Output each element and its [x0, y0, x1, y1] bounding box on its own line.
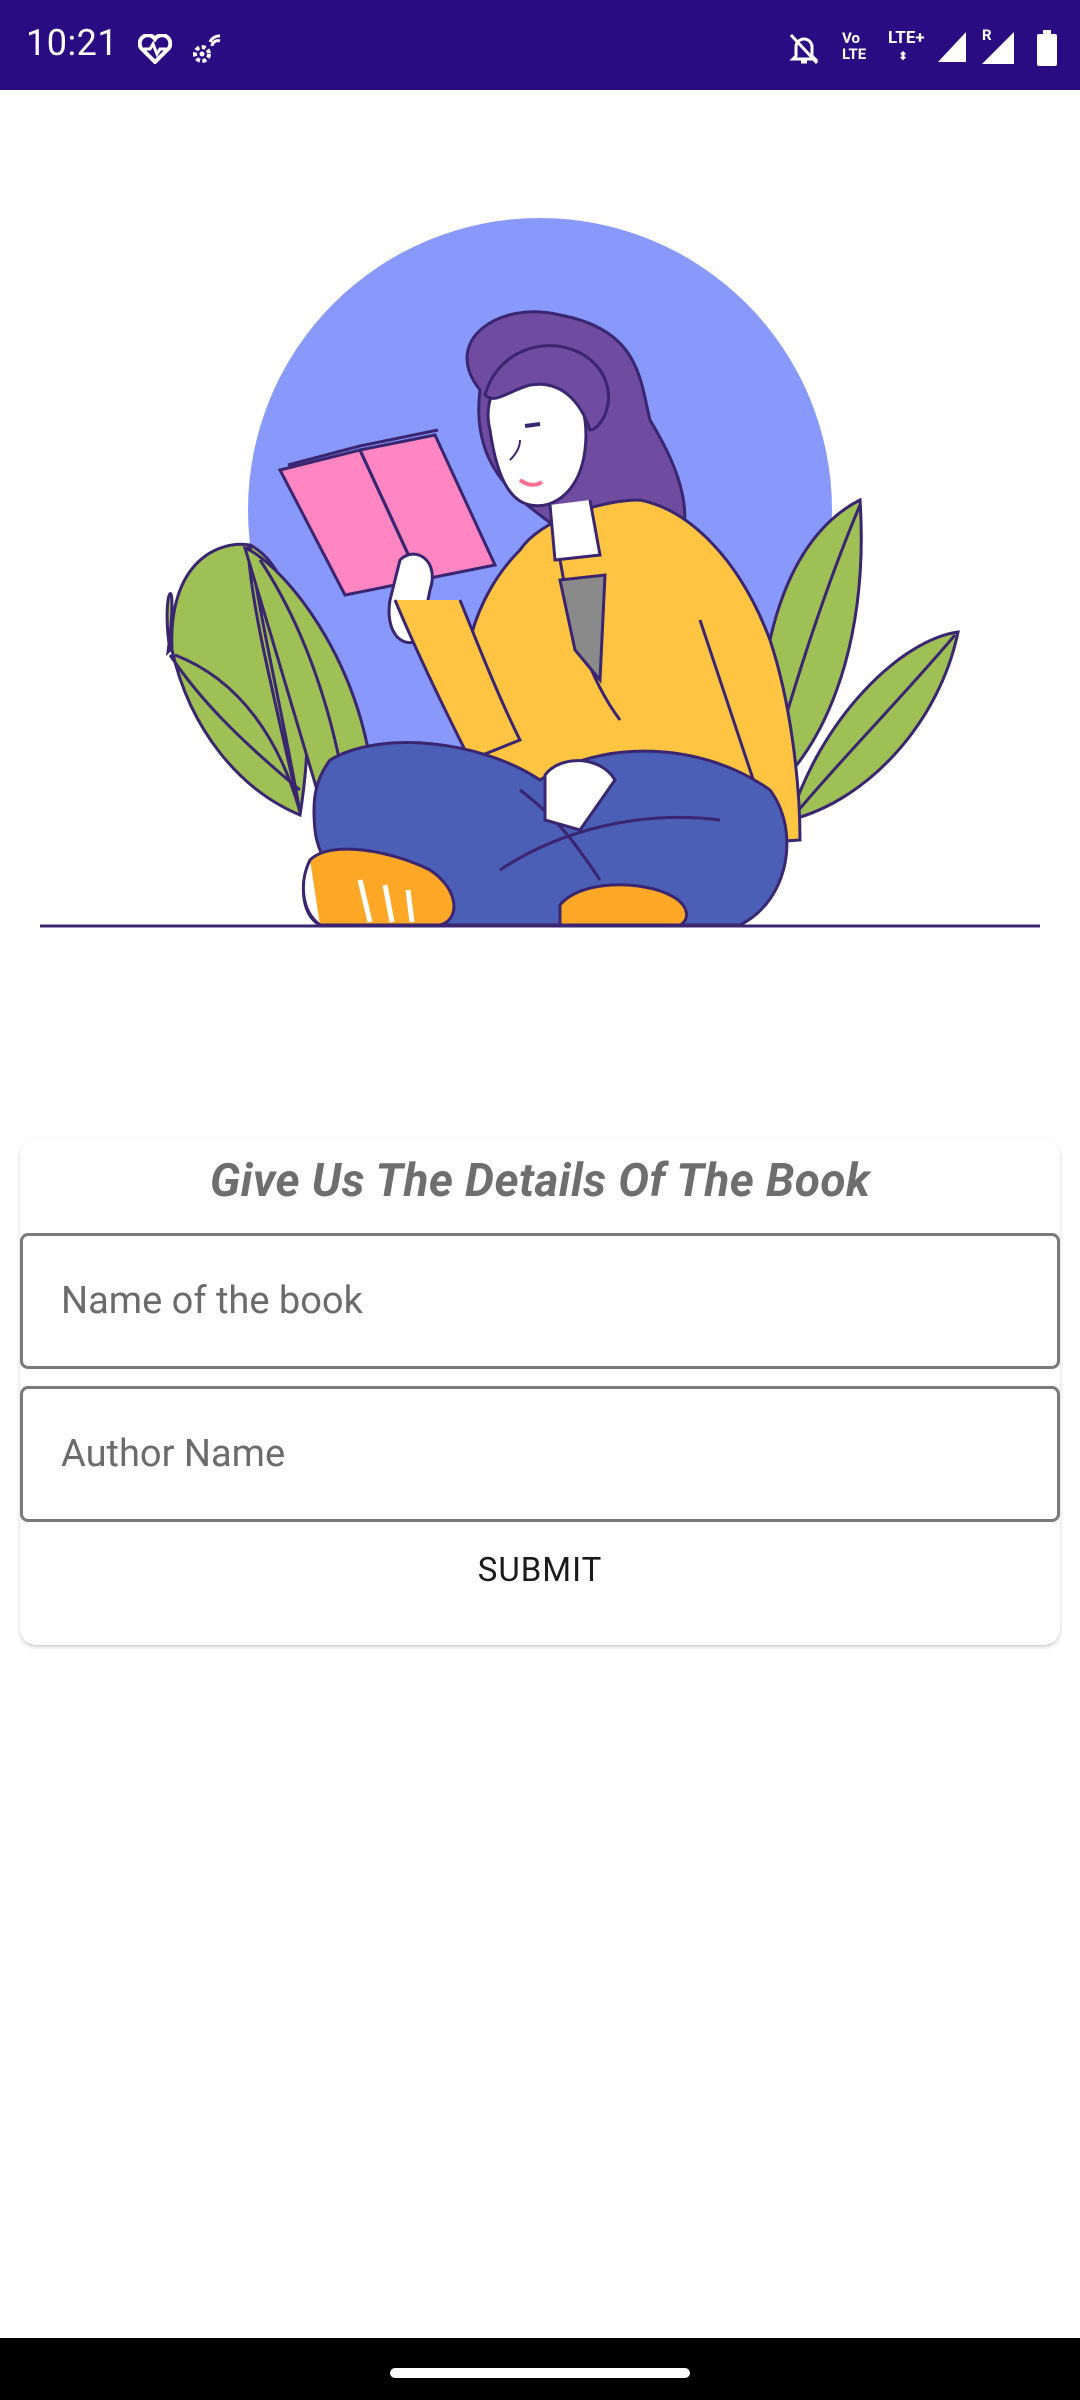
- volte-icon: Vo LTE: [842, 30, 878, 62]
- lte-plus-label: LTE+: [888, 28, 925, 48]
- home-indicator[interactable]: [390, 2368, 690, 2378]
- book-name-field[interactable]: [20, 1233, 1060, 1369]
- form-title: Give Us The Details Of The Book: [209, 1154, 871, 1208]
- status-right-group: Vo LTE LTE+ ⬍ R: [750, 0, 1080, 90]
- bell-off-icon: [789, 33, 819, 65]
- status-bar: 10:21 Vo LTE LTE+ ⬍ R: [0, 0, 1080, 90]
- reading-woman-illustration: [40, 218, 1040, 928]
- signal-icon: [938, 32, 966, 62]
- submit-button[interactable]: SUBMIT: [20, 1525, 1060, 1615]
- author-name-field[interactable]: [20, 1386, 1060, 1522]
- author-name-input[interactable]: [61, 1389, 1021, 1519]
- battery-icon: [1037, 30, 1057, 66]
- wifi-settings-icon: [193, 34, 221, 63]
- status-time: 10:21: [26, 22, 119, 64]
- signal-roaming-icon: R: [980, 26, 1018, 66]
- volte-label: Vo LTE: [842, 29, 867, 63]
- lte-plus-icon: LTE+ ⬍: [888, 28, 925, 63]
- book-name-input[interactable]: [61, 1236, 1021, 1366]
- book-details-card: Give Us The Details Of The Book SUBMIT: [20, 1140, 1060, 1645]
- heart-monitor-icon: [138, 34, 172, 64]
